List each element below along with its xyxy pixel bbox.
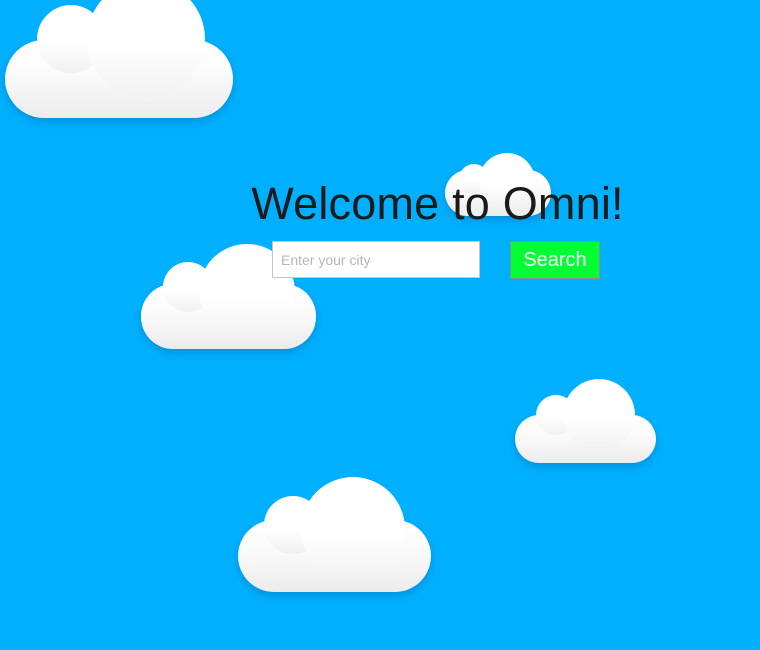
cloud-decoration-5 — [238, 472, 434, 596]
page-stage: Welcome to Omni! Search — [0, 0, 760, 650]
cloud-decoration-1 — [5, 0, 235, 120]
search-button[interactable]: Search — [510, 241, 600, 279]
city-search-input[interactable] — [272, 241, 480, 278]
cloud-decoration-4 — [515, 375, 660, 467]
page-title: Welcome to Omni! — [251, 178, 624, 229]
